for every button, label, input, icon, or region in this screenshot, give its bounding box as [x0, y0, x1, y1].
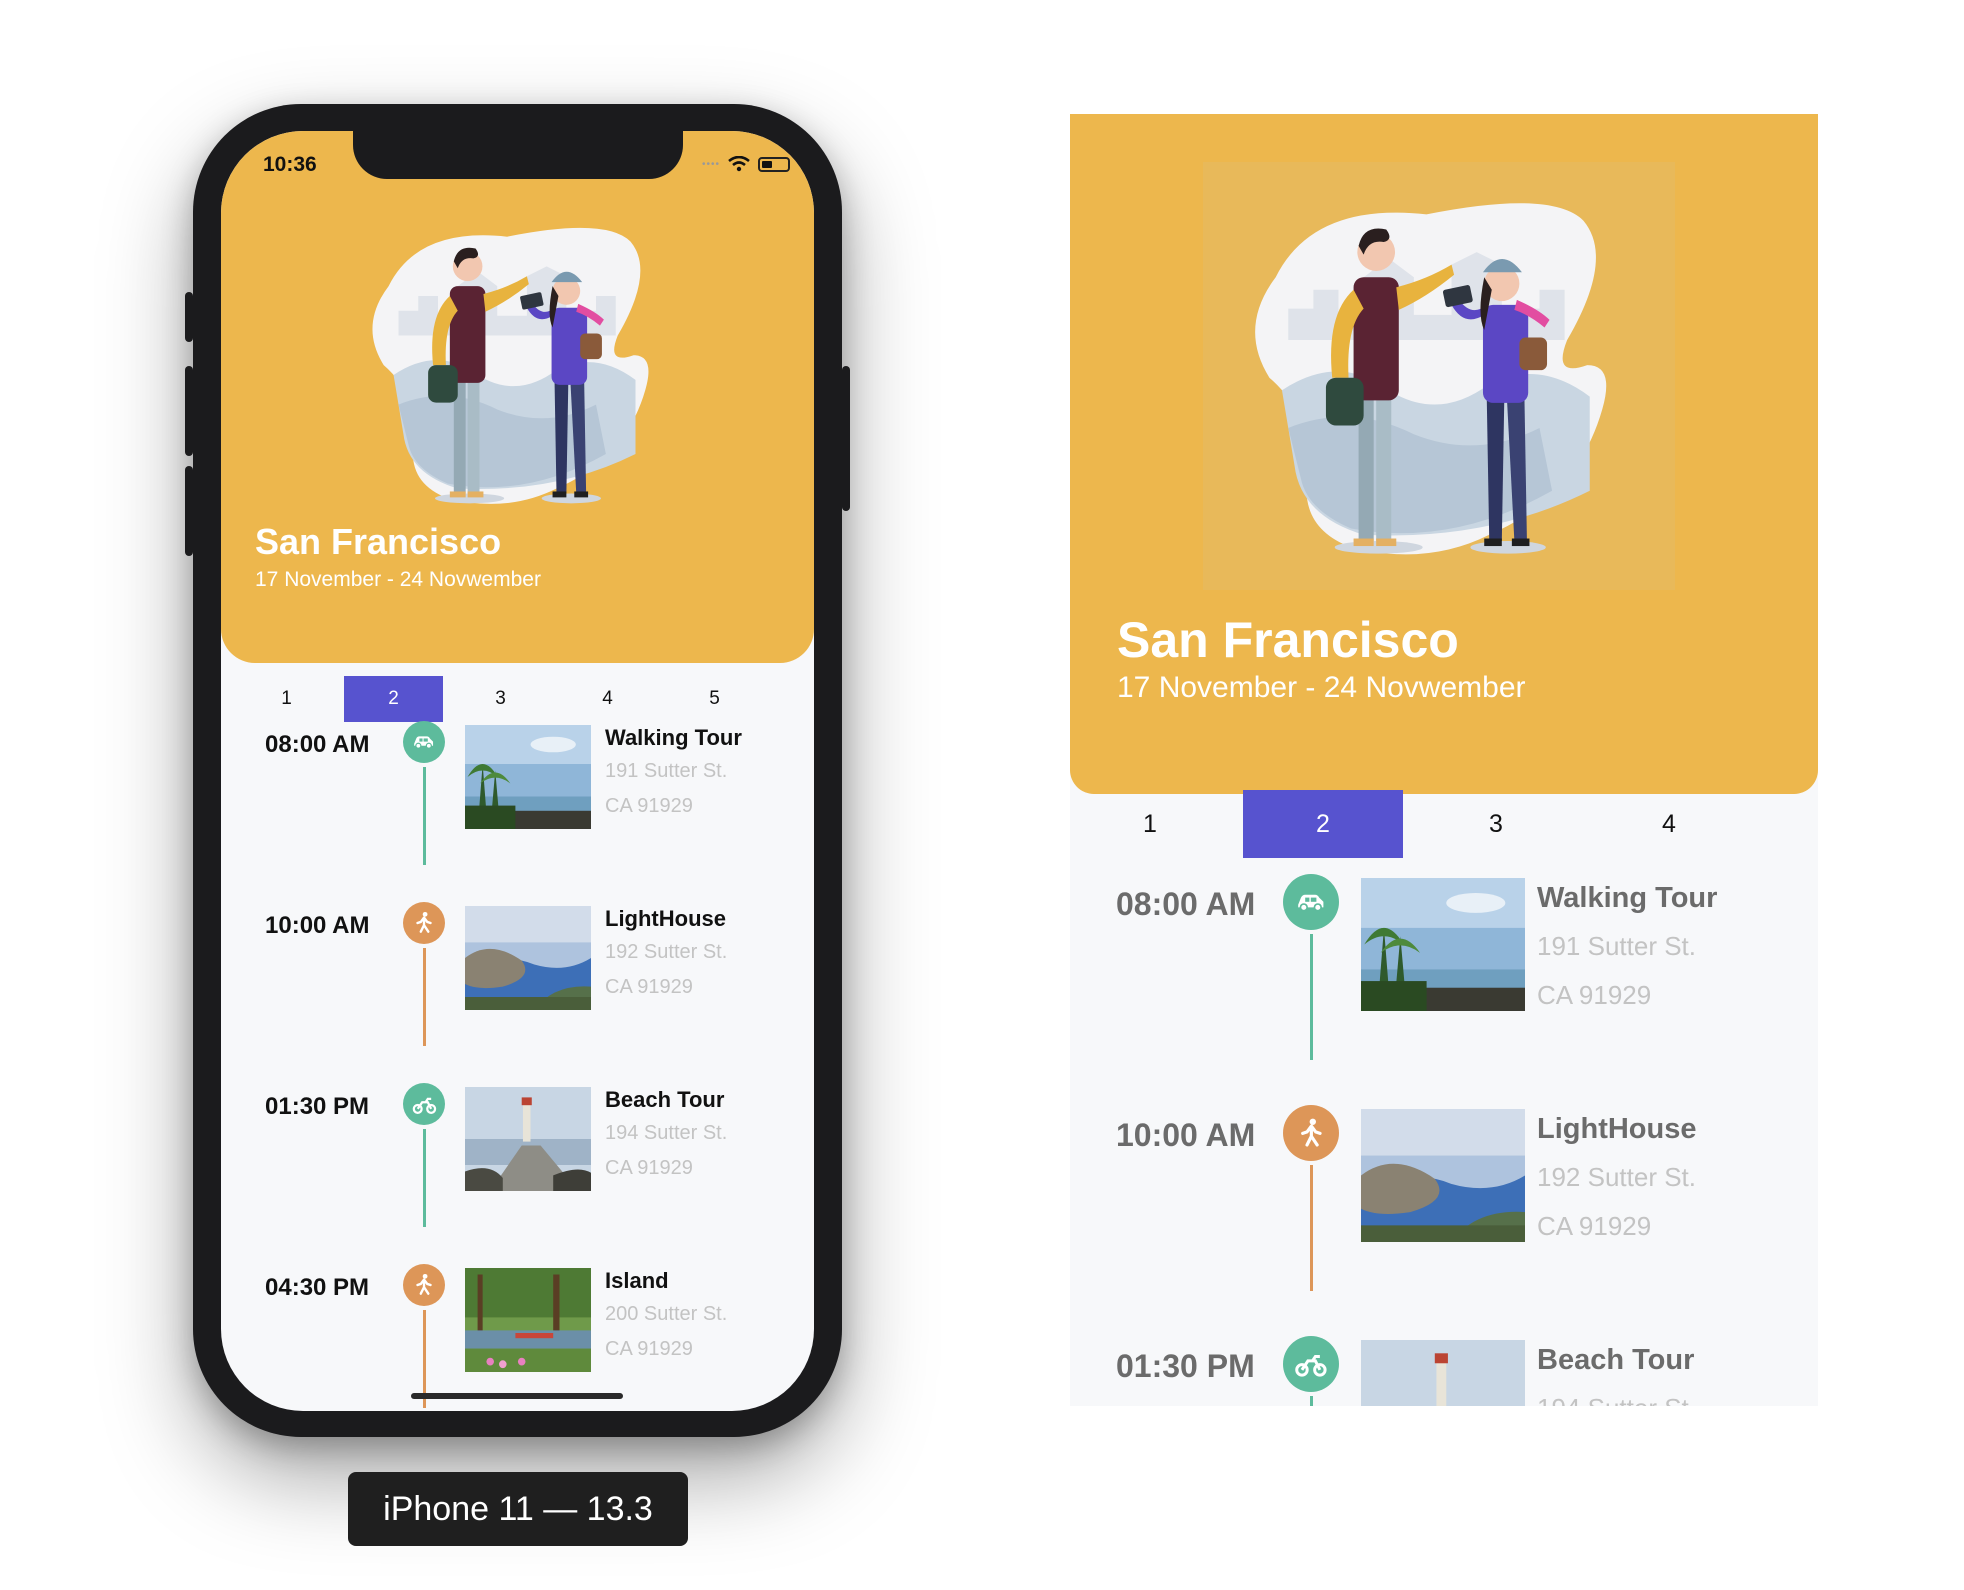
day-tab-label: 2: [1316, 809, 1330, 838]
activity-address-line1: 194 Sutter St.: [605, 1122, 728, 1144]
activity-address-line1: 192 Sutter St.: [1537, 1162, 1696, 1192]
activity-photo: [465, 1087, 591, 1191]
activity-photo: [465, 1268, 591, 1372]
activity-time: 01:30 PM: [265, 1093, 370, 1120]
activity-title: LightHouse: [605, 906, 726, 931]
volume-down-button: [185, 466, 193, 556]
device-label: iPhone 11 — 13.3: [348, 1472, 688, 1546]
day-tab-4[interactable]: 4: [558, 676, 657, 722]
activity-photo: [1361, 878, 1525, 1011]
activity-time: 10:00 AM: [265, 912, 370, 939]
day-tabs-preview: 1 2 3 4: [1070, 790, 1762, 858]
day-tab-4[interactable]: 4: [1589, 790, 1749, 858]
silent-switch: [185, 292, 193, 342]
car-icon: [1283, 874, 1339, 930]
trip-dates: 17 November - 24 Novwember: [255, 568, 541, 591]
status-bar: 10:36 ••••: [221, 153, 814, 183]
activity-address-line2: CA 91929: [605, 1338, 693, 1360]
web-preview: San Francisco 17 November - 24 Novwember…: [1070, 114, 1818, 1406]
activity-type-badge: [403, 721, 445, 763]
timeline-connector: [422, 767, 426, 865]
activity-time: 08:00 AM: [1116, 886, 1256, 922]
activity-address-line2: CA 91929: [1537, 980, 1652, 1010]
home-indicator: [411, 1393, 623, 1399]
day-tab-label: 2: [388, 688, 399, 709]
activity-photo: [465, 906, 591, 1010]
activity-time: 10:00 AM: [1116, 1117, 1256, 1153]
day-tab-label: 1: [281, 688, 292, 709]
day-tab-2[interactable]: 2: [344, 676, 443, 722]
city-title: San Francisco: [255, 521, 502, 562]
activity-address-line1: 191 Sutter St.: [605, 760, 728, 782]
activity-address-line2: CA 91929: [605, 976, 693, 998]
day-tab-label: 4: [602, 688, 613, 709]
walking-icon: [403, 1264, 445, 1306]
day-tab-label: 4: [1662, 809, 1676, 838]
activity-title: Beach Tour: [605, 1087, 725, 1112]
timeline-connector: [1309, 1396, 1313, 1406]
day-tab-5[interactable]: 5: [665, 676, 764, 722]
activity-address-line1: 191 Sutter St.: [1537, 931, 1696, 961]
power-button: [842, 366, 850, 511]
activity-address-line1: 194 Sutter St.: [1537, 1393, 1696, 1406]
travelers-illustration: [359, 215, 675, 525]
timeline-connector: [422, 1129, 426, 1227]
activity-title: Walking Tour: [1537, 882, 1718, 914]
day-tab-2[interactable]: 2: [1243, 790, 1403, 858]
status-time: 10:36: [263, 153, 317, 176]
day-tab-label: 5: [709, 688, 720, 709]
activity-type-badge: [403, 1264, 445, 1306]
day-tab-label: 3: [1489, 809, 1503, 838]
day-tab-label: 1: [1143, 809, 1157, 838]
trip-header-preview: San Francisco 17 November - 24 Novwember: [1070, 114, 1818, 794]
day-tab-3[interactable]: 3: [451, 676, 550, 722]
walking-icon: [403, 902, 445, 944]
activity-type-badge: [403, 1083, 445, 1125]
activity-address-line2: CA 91929: [605, 795, 693, 817]
activity-address-line2: CA 91929: [605, 1157, 693, 1179]
car-icon: [403, 721, 445, 763]
trip-dates-preview: 17 November - 24 Novwember: [1117, 671, 1526, 704]
day-tab-3[interactable]: 3: [1416, 790, 1576, 858]
activity-title: LightHouse: [1537, 1113, 1697, 1145]
day-tab-label: 3: [495, 688, 506, 709]
activity-title: Island: [605, 1268, 669, 1293]
battery-icon: [758, 156, 790, 172]
volume-up-button: [185, 366, 193, 456]
trip-header: San Francisco 17 November - 24 Novwember: [221, 131, 814, 663]
motorcycle-icon: [1283, 1336, 1339, 1392]
activity-type-badge: [1283, 1105, 1339, 1161]
activity-time: 04:30 PM: [265, 1274, 370, 1301]
activity-photo: [465, 725, 591, 829]
timeline-connector: [422, 948, 426, 1046]
timeline-connector: [1309, 934, 1313, 1060]
iphone-device-frame: 10:36 •••• San Francisco 17 November - 2…: [185, 104, 850, 1437]
day-tab-1[interactable]: 1: [1070, 790, 1230, 858]
wifi-icon: [728, 156, 750, 172]
activity-address-line1: 192 Sutter St.: [605, 941, 728, 963]
activity-time: 08:00 AM: [265, 731, 370, 758]
activity-type-badge: [403, 902, 445, 944]
activity-type-badge: [1283, 1336, 1339, 1392]
activity-title: Beach Tour: [1537, 1344, 1695, 1376]
day-tab-1[interactable]: 1: [237, 676, 336, 722]
activity-time: 01:30 PM: [1116, 1348, 1255, 1384]
activity-timeline-preview: 08:00 AM Walking Tour 191 Sutter St. CA 919…: [1070, 874, 1818, 1406]
activity-timeline: 08:00 AM Walking Tour 191 Sutter St. CA 919…: [221, 721, 814, 1411]
motorcycle-icon: [403, 1083, 445, 1125]
city-title-preview: San Francisco: [1117, 612, 1459, 668]
activity-photo: [1361, 1340, 1525, 1406]
activity-photo: [1361, 1109, 1525, 1242]
timeline-connector: [1309, 1165, 1313, 1291]
activity-address-line1: 200 Sutter St.: [605, 1303, 728, 1325]
device-screen: 10:36 •••• San Francisco 17 November - 2…: [221, 131, 814, 1411]
activity-title: Walking Tour: [605, 725, 742, 750]
activity-type-badge: [1283, 874, 1339, 930]
walking-icon: [1283, 1105, 1339, 1161]
signal-icon: ••••: [701, 158, 720, 170]
activity-address-line2: CA 91929: [1537, 1211, 1652, 1241]
day-tabs: 1 2 3 4 5: [237, 676, 772, 722]
travelers-illustration-preview: [1238, 184, 1640, 584]
